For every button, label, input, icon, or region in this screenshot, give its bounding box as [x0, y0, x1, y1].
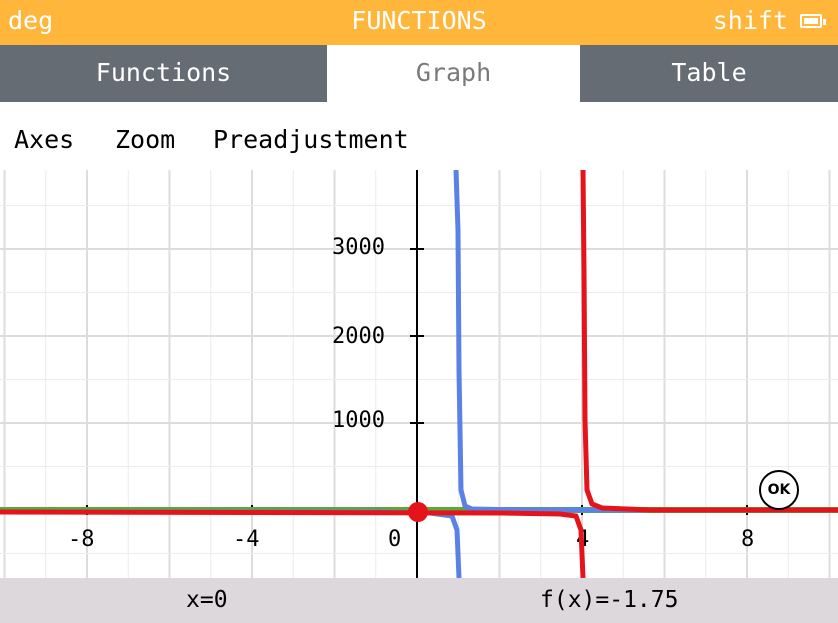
status-bar: deg FUNCTIONS shift [0, 0, 838, 45]
graph-area[interactable]: -8 -4 0 4 8 1000 2000 3000 [0, 170, 838, 578]
graph-canvas[interactable]: -8 -4 0 4 8 1000 2000 3000 [0, 170, 838, 578]
graph-menu: Axes Zoom Preadjustment [0, 102, 838, 170]
y-tick-label: 2000 [332, 324, 385, 349]
battery-icon [800, 14, 826, 28]
tab-table[interactable]: Table [580, 45, 838, 102]
menu-axes[interactable]: Axes [14, 125, 74, 154]
x-readout: x=0 [186, 587, 228, 613]
cursor-banner: x=0 f(x)=-1.75 [0, 578, 838, 623]
shift-indicator: shift [712, 6, 788, 35]
ok-button[interactable]: OK [759, 470, 799, 510]
x-tick-label: 0 [388, 527, 401, 552]
calculator-screen: deg FUNCTIONS shift Functions Graph Tabl… [0, 0, 838, 623]
tab-bar: Functions Graph Table [0, 45, 838, 102]
x-tick-label: -8 [68, 527, 95, 552]
x-tick-labels: -8 -4 0 4 8 [68, 527, 754, 552]
x-tick-label: 8 [741, 527, 754, 552]
menu-preadjustment[interactable]: Preadjustment [213, 125, 409, 154]
y-tick-label: 1000 [332, 408, 385, 433]
cursor-point[interactable] [408, 502, 428, 522]
tab-graph[interactable]: Graph [327, 45, 580, 102]
y-tick-labels: 1000 2000 3000 [332, 235, 385, 433]
x-tick-label: -4 [233, 527, 260, 552]
menu-zoom[interactable]: Zoom [115, 125, 175, 154]
y-tick-label: 3000 [332, 235, 385, 260]
fx-readout: f(x)=-1.75 [540, 587, 679, 613]
tab-functions[interactable]: Functions [0, 45, 327, 102]
